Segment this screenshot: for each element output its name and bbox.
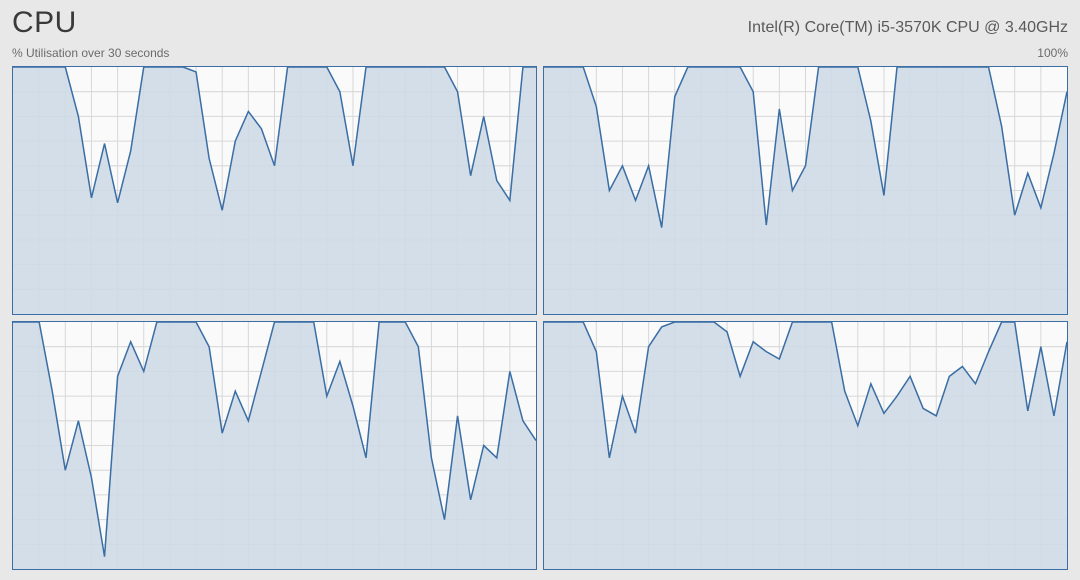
panel-subheader: % Utilisation over 30 seconds 100% (10, 40, 1070, 64)
cpu-model-text: Intel(R) Core(TM) i5-3570K CPU @ 3.40GHz (748, 19, 1068, 37)
yaxis-max-label: 100% (1037, 46, 1068, 60)
cpu-core-charts-grid (10, 64, 1070, 572)
cpu-core-3-chart[interactable] (543, 321, 1068, 570)
cpu-core-1-chart[interactable] (543, 66, 1068, 315)
cpu-panel: CPU Intel(R) Core(TM) i5-3570K CPU @ 3.4… (0, 0, 1080, 580)
yaxis-description: % Utilisation over 30 seconds (12, 46, 169, 60)
cpu-core-0-chart[interactable] (12, 66, 537, 315)
cpu-core-2-chart[interactable] (12, 321, 537, 570)
panel-header: CPU Intel(R) Core(TM) i5-3570K CPU @ 3.4… (10, 4, 1070, 40)
panel-title: CPU (12, 6, 77, 40)
